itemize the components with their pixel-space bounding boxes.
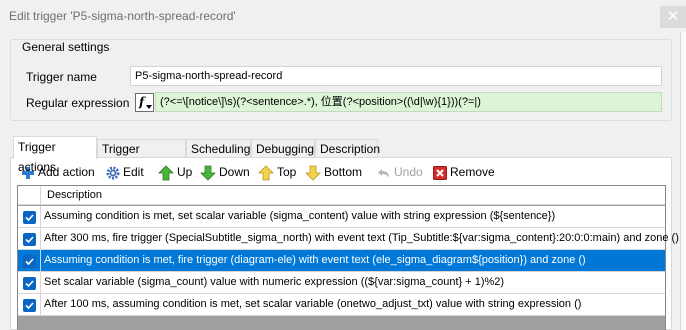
general-settings-legend: General settings	[19, 40, 113, 54]
top-label: Top	[277, 165, 297, 179]
edit-button[interactable]: Edit	[106, 163, 144, 181]
arrow-up-icon	[158, 165, 174, 181]
arrow-top-icon	[258, 165, 274, 181]
row-checkbox[interactable]	[23, 277, 36, 290]
undo-icon	[378, 168, 389, 178]
check-icon	[25, 236, 34, 244]
cell-separator	[40, 272, 41, 293]
row-description: After 100 ms, assuming condition is met,…	[44, 298, 582, 310]
tab-trigger-actions[interactable]: Trigger actions	[13, 136, 97, 174]
undo-button[interactable]: Undo	[377, 163, 423, 181]
row-description: After 300 ms, fire trigger (SpecialSubti…	[44, 232, 679, 244]
regex-label: Regular expression	[26, 96, 130, 110]
arrow-down-icon	[200, 165, 216, 181]
cell-separator	[40, 228, 41, 249]
regex-input[interactable]: (?<=\[notice\]\s)(?<sentence>.*), 位置(?<p…	[155, 92, 662, 112]
bottom-label: Bottom	[324, 165, 363, 179]
up-label: Up	[177, 165, 193, 179]
grid-header-select-cell	[18, 186, 41, 204]
check-icon	[25, 258, 34, 266]
title-bar: Edit trigger 'P5-sigma-north-spread-reco…	[0, 0, 686, 32]
check-icon	[25, 302, 34, 310]
tab-description[interactable]: Description	[315, 139, 380, 157]
down-button[interactable]: Down	[200, 163, 250, 181]
tab-trigger-condition[interactable]: Trigger condition	[97, 139, 186, 174]
up-button[interactable]: Up	[158, 163, 192, 181]
row-checkbox[interactable]	[23, 233, 36, 246]
remove-label: Remove	[450, 165, 495, 179]
arrow-bottom-icon	[305, 165, 321, 181]
undo-label: Undo	[394, 165, 423, 179]
close-button[interactable]: ✕	[660, 6, 686, 28]
cell-separator	[40, 206, 41, 227]
table-row[interactable]: Assuming condition is met, set scalar va…	[18, 206, 665, 228]
cell-separator	[40, 294, 41, 315]
close-icon: ✕	[666, 8, 680, 25]
down-label: Down	[219, 165, 250, 179]
description-column-header[interactable]: Description	[47, 189, 102, 201]
row-checkbox[interactable]	[23, 255, 36, 268]
tab-scheduling[interactable]: Scheduling	[186, 139, 251, 157]
check-icon	[25, 280, 34, 288]
trigger-name-label: Trigger name	[26, 70, 97, 84]
table-row[interactable]: After 300 ms, fire trigger (SpecialSubti…	[18, 228, 679, 250]
row-description: Set scalar variable (sigma_count) value …	[44, 276, 505, 288]
table-row[interactable]: After 100 ms, assuming condition is met,…	[18, 294, 665, 316]
remove-icon	[433, 165, 447, 180]
dropdown-arrow-icon	[146, 105, 152, 109]
row-description: Assuming condition is met, fire trigger …	[44, 254, 586, 266]
grid-header: Description	[18, 186, 665, 205]
row-description: Assuming condition is met, set scalar va…	[44, 210, 556, 222]
remove-button[interactable]: Remove	[433, 163, 495, 181]
window-title: Edit trigger 'P5-sigma-north-spread-reco…	[9, 9, 236, 23]
top-button[interactable]: Top	[258, 163, 296, 181]
table-row[interactable]: Set scalar variable (sigma_count) value …	[18, 272, 665, 294]
tab-debugging[interactable]: Debugging	[251, 139, 315, 157]
cell-separator	[40, 250, 41, 271]
gear-icon	[106, 166, 120, 180]
bottom-button[interactable]: Bottom	[305, 163, 362, 181]
row-checkbox[interactable]	[23, 211, 36, 224]
window-edge	[680, 32, 686, 330]
row-checkbox[interactable]	[23, 299, 36, 312]
edit-label: Edit	[123, 165, 144, 179]
function-icon: f	[139, 95, 145, 109]
regex-function-button[interactable]: f	[135, 93, 154, 112]
check-icon	[25, 214, 34, 222]
trigger-name-input[interactable]: P5-sigma-north-spread-record	[130, 66, 662, 86]
table-row-selected[interactable]: Assuming condition is met, fire trigger …	[18, 250, 665, 272]
